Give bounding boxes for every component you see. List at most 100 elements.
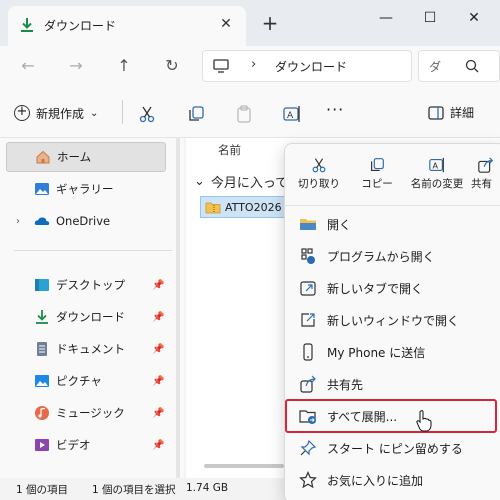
menu-item-label: 新しいウィンドウで開く — [327, 313, 460, 328]
cut-icon — [312, 158, 326, 173]
minimize-button[interactable]: — — [366, 4, 406, 32]
pin-start-icon — [300, 439, 317, 456]
breadcrumb-location[interactable]: ダウンロード — [275, 58, 347, 75]
sidebar-item-videos[interactable]: ビデオ 📌 — [6, 430, 166, 460]
rename-icon: A — [429, 157, 444, 173]
more-options-button[interactable]: ··· — [326, 100, 344, 119]
sidebar-item-downloads[interactable]: ダウンロード 📌 — [6, 302, 166, 332]
details-pane-icon — [428, 105, 444, 120]
cut-button[interactable]: 切り取り — [289, 152, 349, 200]
pin-icon: 📌 — [152, 439, 165, 451]
sidebar-item-label: ビデオ — [56, 438, 91, 452]
menu-item-open[interactable]: 開く — [291, 209, 500, 239]
copy-button[interactable]: コピー — [347, 152, 407, 200]
share-label: 共有 — [471, 178, 492, 190]
expand-chevron-icon[interactable]: › — [16, 216, 20, 227]
menu-item-label: 共有先 — [327, 377, 364, 392]
new-label: 新規作成 — [36, 106, 85, 121]
menu-item-label: My Phone に送信 — [327, 345, 426, 360]
documents-icon — [37, 342, 47, 356]
share-icon — [478, 157, 494, 173]
back-button[interactable]: ← — [14, 52, 42, 80]
copy-icon — [371, 158, 384, 171]
videos-icon — [35, 439, 49, 451]
sidebar-scrollbar[interactable] — [176, 138, 180, 478]
sidebar-item-label: ミュージック — [56, 406, 125, 420]
item-count: 1 個の項目 — [16, 484, 69, 496]
folder-open-icon — [300, 219, 316, 230]
plus-icon: + — [14, 105, 30, 121]
gallery-icon — [35, 183, 49, 195]
share-to-icon — [300, 375, 316, 393]
address-row: ← → ↑ ↻ › ダウンロード ダ — [0, 46, 500, 86]
pin-icon: 📌 — [152, 407, 165, 419]
menu-item-open-with[interactable]: プログラムから開く — [291, 241, 500, 271]
sidebar-item-pictures[interactable]: ピクチャ 📌 — [6, 366, 166, 396]
address-bar[interactable]: › ダウンロード — [202, 50, 412, 82]
sidebar-item-label: ギャラリー — [56, 182, 114, 196]
sidebar-item-home[interactable]: ホーム — [6, 142, 166, 172]
sidebar-item-label: デスクトップ — [56, 278, 125, 292]
menu-item-extract-all[interactable]: すべて展開... — [285, 399, 497, 433]
up-button[interactable]: ↑ — [110, 52, 138, 80]
menu-item-open-new-tab[interactable]: 新しいタブで開く — [291, 273, 500, 303]
rename-icon[interactable]: A — [282, 104, 302, 124]
copy-label: コピー — [361, 178, 393, 190]
download-icon — [21, 18, 33, 32]
paste-icon[interactable] — [234, 104, 254, 124]
details-label: 詳細 — [450, 106, 475, 120]
zip-folder-icon — [205, 202, 221, 214]
menu-item-pin-start[interactable]: スタート にピン留めする — [291, 433, 500, 463]
file-item[interactable]: ATTO2026 — [200, 196, 290, 218]
pc-icon — [213, 59, 229, 73]
star-icon — [299, 471, 317, 489]
divider — [122, 100, 123, 124]
selected-size: 1.74 GB — [186, 482, 229, 494]
refresh-button[interactable]: ↻ — [158, 52, 186, 80]
new-button[interactable]: + 新規作成 ⌄ — [14, 102, 98, 124]
cut-icon[interactable] — [137, 104, 157, 124]
sidebar-item-label: ピクチャ — [56, 374, 102, 388]
sidebar-item-label: ホーム — [57, 150, 92, 164]
share-button[interactable]: 共有 — [469, 152, 500, 200]
forward-button[interactable]: → — [62, 52, 90, 80]
sidebar-item-music[interactable]: ミュージック 📌 — [6, 398, 166, 428]
sidebar-item-onedrive[interactable]: › OneDrive — [6, 206, 166, 236]
file-name: ATTO2026 — [225, 200, 282, 214]
active-tab[interactable]: ダウンロード ✕ — [8, 6, 246, 46]
new-tab-icon — [300, 281, 316, 296]
desktop-icon — [35, 279, 49, 291]
extract-all-icon — [299, 410, 316, 424]
chevron-down-icon: ⌄ — [90, 107, 99, 119]
menu-item-label: 開く — [327, 217, 352, 232]
svg-text:A: A — [287, 111, 294, 121]
pictures-icon — [35, 375, 49, 387]
maximize-button[interactable]: ☐ — [410, 4, 450, 32]
copy-icon[interactable] — [186, 104, 206, 124]
chevron-down-icon: ⌄ — [194, 174, 205, 189]
search-box[interactable]: ダ — [418, 50, 500, 82]
menu-item-open-new-window[interactable]: 新しいウィンドウで開く — [291, 305, 500, 335]
group-header[interactable]: ⌄ 今月に入って — [194, 172, 288, 191]
new-window-icon — [301, 313, 315, 327]
breadcrumb-chevron-icon[interactable]: › — [251, 57, 256, 72]
rename-button[interactable]: A 名前の変更 — [407, 152, 467, 200]
home-icon — [36, 150, 50, 164]
menu-item-add-favorite[interactable]: お気に入りに追加 — [291, 465, 500, 495]
menu-item-send-to-phone[interactable]: My Phone に送信 — [291, 337, 500, 367]
new-tab-button[interactable]: + — [258, 12, 282, 36]
open-with-icon — [301, 248, 315, 264]
sidebar-item-gallery[interactable]: ギャラリー — [6, 174, 166, 204]
horizontal-scrollbar[interactable] — [204, 464, 284, 468]
pin-icon: 📌 — [152, 279, 165, 291]
sidebar-item-documents[interactable]: ドキュメント 📌 — [6, 334, 166, 364]
close-tab-icon[interactable]: ✕ — [216, 14, 236, 34]
sidebar-item-desktop[interactable]: デスクトップ 📌 — [6, 270, 166, 300]
download-icon — [36, 310, 48, 324]
details-button[interactable]: 詳細 — [428, 104, 474, 121]
column-header-name[interactable]: 名前 — [218, 142, 241, 158]
search-input[interactable]: ダ — [429, 58, 441, 75]
close-window-button[interactable]: ✕ — [454, 4, 494, 32]
command-bar: + 新規作成 ⌄ A ··· 詳細 — [0, 86, 500, 138]
menu-item-share[interactable]: 共有先 — [291, 369, 500, 399]
